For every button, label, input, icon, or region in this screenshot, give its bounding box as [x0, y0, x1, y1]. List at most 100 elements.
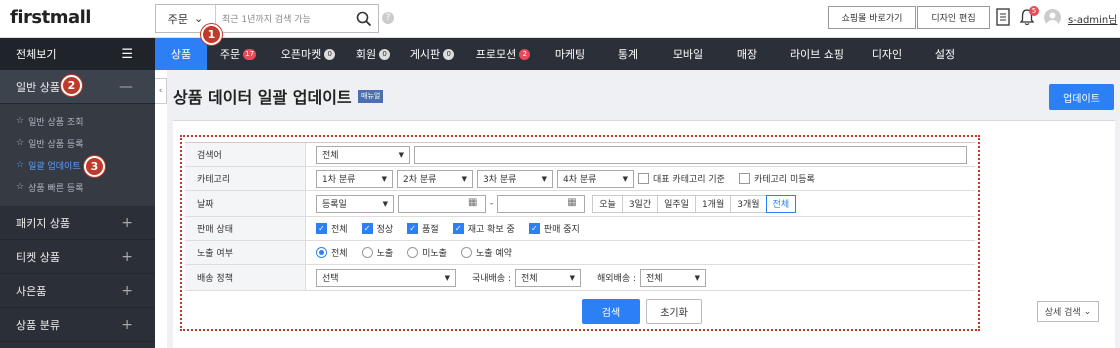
- nav-badge: 0: [443, 48, 455, 60]
- nav-tab-marketing[interactable]: 마케팅: [541, 38, 599, 70]
- shipping-policy-select[interactable]: 선택 ▼: [316, 268, 456, 287]
- sidebar-cat-label: 티켓 상품: [16, 250, 60, 264]
- step-marker-3: 3: [84, 156, 105, 177]
- period-week-button[interactable]: 일주일: [657, 194, 696, 213]
- sidebar-cat-classification[interactable]: 상품 분류 +: [0, 308, 155, 342]
- check-icon[interactable]: ✓: [528, 223, 540, 234]
- nav-tab-settings[interactable]: 설정: [915, 38, 975, 70]
- category-4-select[interactable]: 4차 분류 ▼: [557, 169, 634, 188]
- design-edit-button[interactable]: 디자인 편집: [917, 6, 990, 29]
- row-label: 판매 상태: [185, 217, 306, 240]
- logo[interactable]: firstmall: [10, 7, 91, 28]
- display-hidden[interactable]: 미노출: [407, 246, 447, 259]
- radio[interactable]: [407, 247, 419, 258]
- date-type-select[interactable]: 등록일 ▼: [316, 194, 394, 213]
- checkbox[interactable]: [638, 173, 649, 184]
- category-1-select[interactable]: 1차 분류 ▼: [316, 169, 393, 188]
- sidebar-sub-item[interactable]: ☆ 일반 상품 조회: [0, 110, 155, 132]
- form-row-shipping: 배송 정책 선택 ▼ 국내배송 : 전체 ▼ 해외배송 : 전체 ▼: [185, 265, 975, 291]
- select-value: 전체: [521, 274, 538, 284]
- category-2-select[interactable]: 2차 분류 ▼: [397, 169, 473, 188]
- chevron-down-icon: ▼: [381, 174, 387, 183]
- global-search: 주문 ⌄ 최근 1년까지 검색 가능: [155, 4, 379, 33]
- check-icon[interactable]: ✓: [407, 223, 419, 234]
- checkbox[interactable]: [738, 173, 750, 184]
- shop-link-button[interactable]: 쇼핑몰 바로가기: [828, 6, 916, 29]
- nav-label: 모바일: [672, 48, 704, 61]
- user-name-link[interactable]: s-admin님: [1068, 11, 1117, 26]
- update-button[interactable]: 업데이트: [1049, 84, 1114, 110]
- overseas-shipping-select[interactable]: 전체 ▼: [640, 268, 707, 287]
- check-icon[interactable]: ✓: [316, 223, 327, 234]
- nav-tab-member[interactable]: 회원 0: [347, 38, 399, 70]
- unregistered-category-option[interactable]: 카테고리 미등록: [738, 172, 815, 185]
- search-icon[interactable]: [350, 5, 378, 32]
- minus-icon[interactable]: —: [119, 79, 133, 95]
- period-all-button[interactable]: 전체: [765, 194, 797, 213]
- period-1month-button[interactable]: 1개월: [694, 194, 732, 213]
- sidebar-all-toggle[interactable]: 전체보기 ☰: [0, 38, 155, 70]
- manual-tag[interactable]: 매뉴얼: [358, 90, 384, 103]
- period-today-button[interactable]: 오늘: [592, 194, 623, 213]
- nav-tab-live[interactable]: 라이브 쇼핑: [775, 38, 859, 70]
- category-3-select[interactable]: 3차 분류 ▼: [477, 169, 553, 188]
- sidebar-collapse-button[interactable]: ‹: [155, 78, 167, 104]
- nav-tab-mobile[interactable]: 모바일: [657, 38, 719, 70]
- calendar-icon[interactable]: ▦: [567, 197, 581, 211]
- row-label: 카테고리: [185, 167, 306, 190]
- sale-status-restock[interactable]: ✓ 재고 확보 중: [452, 222, 515, 235]
- period-3days-button[interactable]: 3일간: [621, 194, 659, 213]
- sale-status-stopped[interactable]: ✓ 판매 중지: [528, 222, 580, 235]
- display-scheduled[interactable]: 노출 예약: [460, 246, 512, 259]
- nav-tab-board[interactable]: 게시판 0: [399, 38, 465, 70]
- advanced-search-button[interactable]: 상세 검색 ⌄: [1037, 301, 1099, 322]
- nav-label: 상품: [170, 48, 192, 61]
- plus-icon[interactable]: +: [121, 283, 133, 299]
- keyword-scope-select[interactable]: 전체 ▼: [316, 145, 410, 164]
- plus-icon[interactable]: +: [121, 215, 133, 231]
- period-3months-button[interactable]: 3개월: [730, 194, 767, 213]
- keyword-input[interactable]: [414, 145, 967, 164]
- nav-tab-stats[interactable]: 통계: [599, 38, 657, 70]
- search-form: 검색어 전체 ▼ 카테고리 1차 분류 ▼ 2차 분류 ▼ 3차 분류 ▼ 4차 분류 ▼…: [185, 142, 975, 291]
- chevron-down-icon: ▼: [398, 150, 404, 159]
- hamburger-icon[interactable]: ☰: [121, 47, 133, 62]
- search-input[interactable]: 최근 1년까지 검색 가능: [216, 12, 350, 25]
- domestic-shipping-select[interactable]: 전체 ▼: [515, 268, 582, 287]
- radio[interactable]: [316, 247, 327, 258]
- nav-tab-product[interactable]: 상품: [155, 38, 207, 70]
- memo-icon[interactable]: [996, 8, 1010, 29]
- sale-status-normal[interactable]: ✓ 정상: [361, 222, 393, 235]
- plus-icon[interactable]: +: [121, 249, 133, 265]
- check-icon[interactable]: ✓: [361, 223, 373, 234]
- sale-status-soldout[interactable]: ✓ 품절: [407, 222, 439, 235]
- display-visible[interactable]: 노출: [361, 246, 393, 259]
- nav-tab-promotion[interactable]: 프로모션 2: [465, 38, 541, 70]
- check-icon[interactable]: ✓: [452, 223, 464, 234]
- plus-icon[interactable]: +: [121, 317, 133, 333]
- sidebar-sub-item-current[interactable]: ☆ 일괄 업데이트: [0, 154, 155, 176]
- sidebar-cat-gift[interactable]: 사은품 +: [0, 274, 155, 308]
- sidebar-sub-item[interactable]: ☆ 상품 빠른 등록: [0, 176, 155, 198]
- radio[interactable]: [460, 247, 472, 258]
- chevron-down-icon: ▼: [382, 199, 388, 208]
- start-date-input[interactable]: ▦: [398, 194, 486, 213]
- nav-tab-store[interactable]: 매장: [719, 38, 775, 70]
- avatar[interactable]: [1044, 9, 1061, 26]
- radio[interactable]: [361, 247, 373, 258]
- nav-tab-openmarket[interactable]: 오픈마켓 0: [269, 38, 347, 70]
- end-date-input[interactable]: ▦: [497, 194, 586, 213]
- main-category-option[interactable]: 대표 카테고리 기준: [638, 172, 725, 185]
- calendar-icon[interactable]: ▦: [468, 197, 482, 211]
- help-icon[interactable]: ?: [382, 12, 394, 24]
- sidebar-sub-item[interactable]: ☆ 일반 상품 등록: [0, 132, 155, 154]
- display-all[interactable]: 전체: [316, 246, 348, 259]
- reset-button[interactable]: 초기화: [646, 299, 702, 324]
- sale-status-all[interactable]: ✓ 전체: [316, 222, 348, 235]
- select-value: 1차 분류: [322, 175, 356, 185]
- page-title: 상품 데이터 일괄 업데이트: [173, 88, 352, 107]
- sidebar-cat-package[interactable]: 패키지 상품 +: [0, 206, 155, 240]
- sidebar-cat-ticket[interactable]: 티켓 상품 +: [0, 240, 155, 274]
- search-button[interactable]: 검색: [582, 299, 640, 324]
- nav-tab-design[interactable]: 디자인: [859, 38, 915, 70]
